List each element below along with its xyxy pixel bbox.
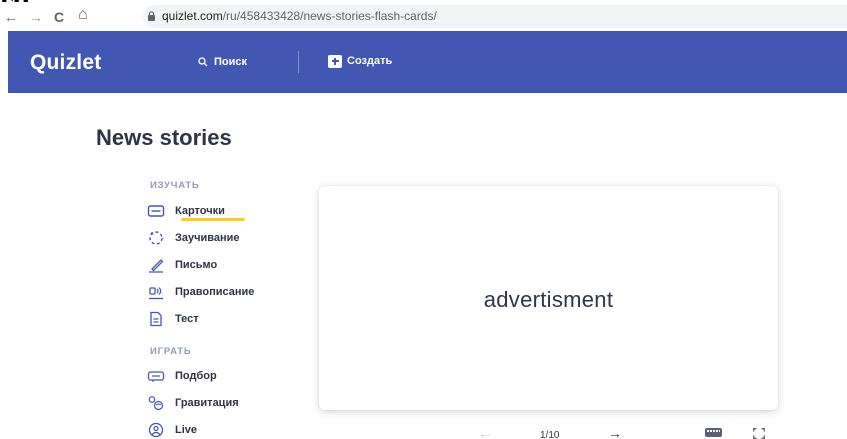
mode-learn[interactable]: Заучивание [146, 227, 240, 249]
mode-spell[interactable]: Правописание [146, 281, 254, 303]
play-section-label: ИГРАТЬ [150, 346, 192, 357]
url-host: quizlet.com [162, 9, 223, 23]
header-divider [298, 51, 299, 73]
next-card-button[interactable]: → [608, 426, 622, 439]
cards-icon [146, 202, 166, 220]
mode-test[interactable]: Тест [146, 308, 199, 330]
mode-label: Заучивание [175, 232, 240, 244]
flashcard[interactable]: advertisment [319, 186, 778, 410]
write-icon [146, 256, 166, 274]
lock-icon [148, 11, 155, 21]
site-header: Quizlet Поиск Создать [8, 31, 847, 93]
active-mode-underline [181, 218, 245, 221]
plus-box-icon [328, 54, 342, 68]
search-button[interactable]: Поиск [198, 55, 247, 69]
search-label: Поиск [214, 56, 248, 68]
mode-label: Гравитация [175, 397, 239, 409]
test-icon [146, 310, 166, 328]
create-label: Создать [347, 55, 393, 67]
mode-live[interactable]: Live [146, 419, 197, 439]
back-button[interactable]: ← [4, 10, 18, 24]
spell-icon [146, 283, 166, 301]
keyboard-icon[interactable] [705, 428, 722, 437]
search-icon [198, 57, 208, 67]
mode-label: Карточки [175, 205, 225, 217]
fullscreen-icon[interactable] [753, 428, 765, 439]
browser-toolbar: гр ← → C ⌂ quizlet.com/ru/458433428/news… [0, 0, 847, 31]
quizlet-logo[interactable]: Quizlet [30, 51, 101, 75]
gravity-icon [146, 394, 166, 412]
mode-label: Тест [175, 313, 199, 325]
card-counter: 1/10 [540, 430, 560, 439]
mode-label: Письмо [175, 259, 218, 271]
flashcard-term: advertisment [483, 287, 614, 312]
live-icon [146, 421, 166, 439]
create-button[interactable]: Создать [328, 54, 392, 68]
previous-card-button[interactable]: ← [478, 426, 492, 439]
study-section-label: ИЗУЧАТЬ [150, 180, 200, 191]
match-icon [146, 367, 166, 385]
mode-write[interactable]: Письмо [146, 254, 217, 276]
page-title: News stories [96, 125, 232, 150]
clipped-heading-text: гр [0, 0, 28, 2]
home-button[interactable]: ⌂ [78, 7, 88, 23]
forward-button[interactable]: → [29, 10, 43, 24]
mode-label: Подбор [175, 370, 217, 382]
reload-button[interactable]: C [54, 10, 64, 24]
mode-label: Правописание [175, 286, 255, 298]
mode-gravity[interactable]: Гравитация [146, 392, 239, 414]
mode-match[interactable]: Подбор [146, 365, 217, 387]
learn-icon [146, 229, 166, 247]
url-path: /ru/458433428/news-stories-flash-cards/ [222, 9, 437, 23]
url-text[interactable]: quizlet.com/ru/458433428/news-stories-fl… [162, 10, 437, 23]
mode-label: Live [175, 424, 198, 436]
